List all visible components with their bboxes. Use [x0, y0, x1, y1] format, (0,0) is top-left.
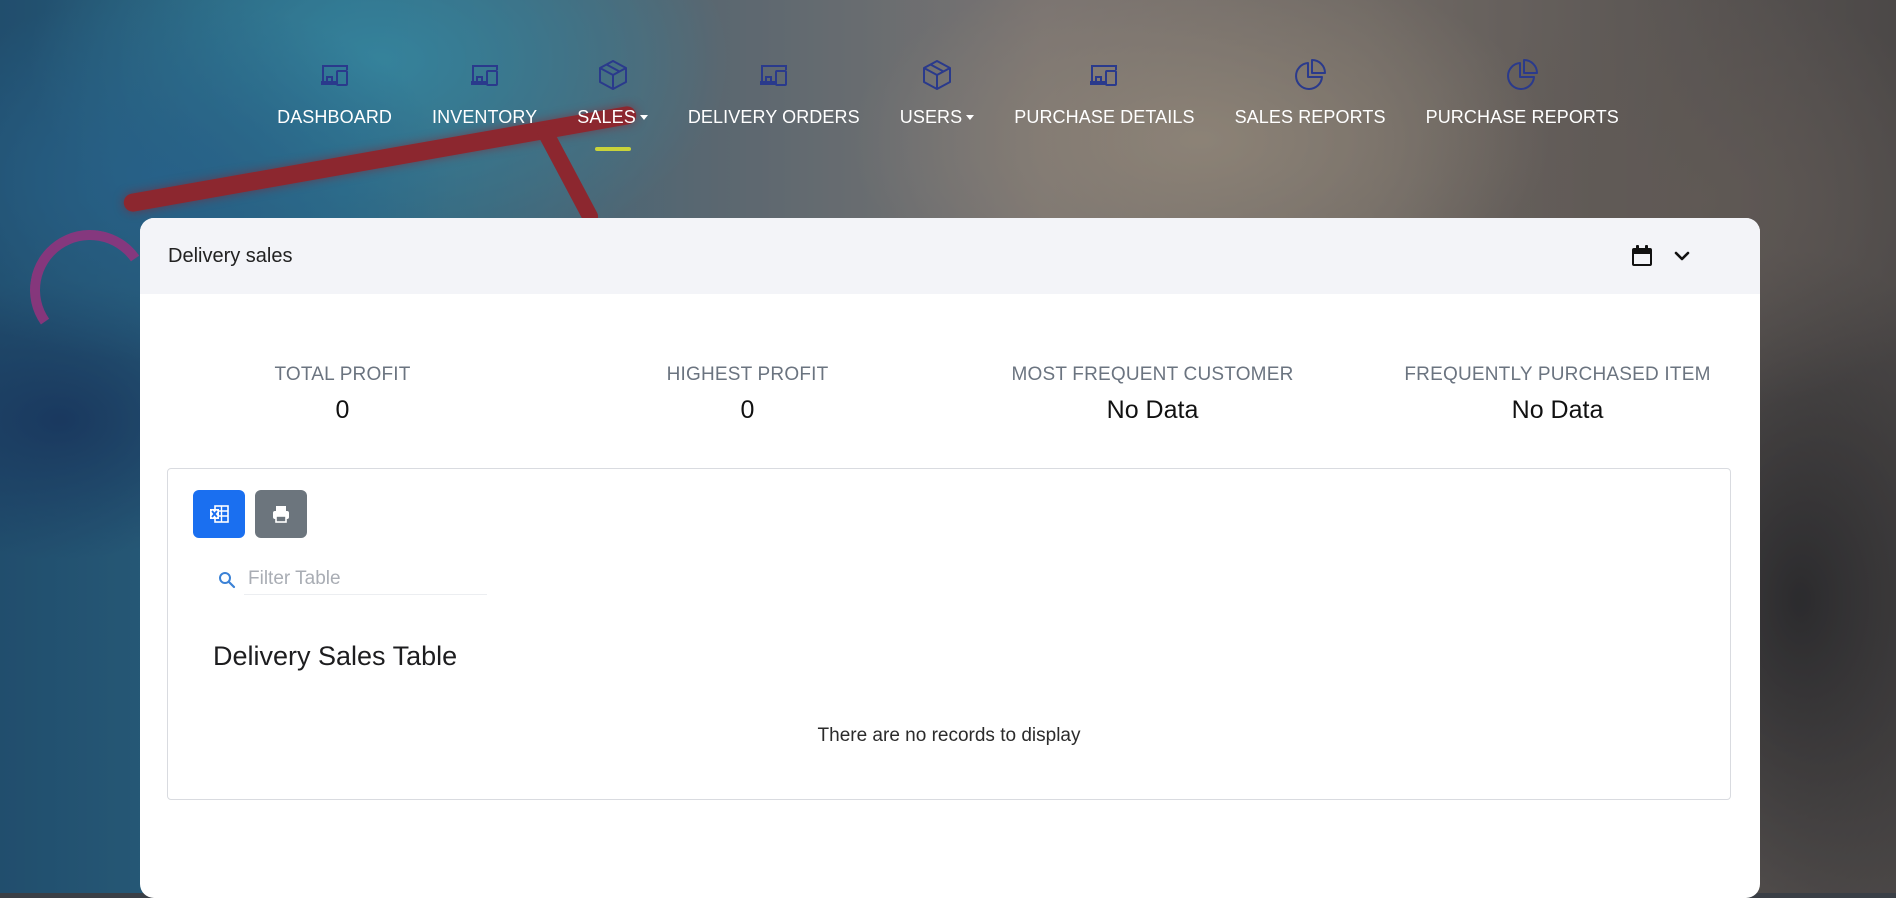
empty-table-message: There are no records to display — [817, 725, 1081, 746]
box-icon — [917, 55, 957, 95]
stat-label: TOTAL PROFIT — [274, 364, 411, 385]
nav-label: SALES REPORTS — [1234, 107, 1386, 127]
nav-label: DELIVERY ORDERS — [687, 107, 860, 127]
stat-value: 0 — [335, 396, 350, 424]
card-header: Delivery sales — [140, 218, 1760, 294]
chevron-down-icon[interactable] — [1672, 246, 1692, 266]
stat-label: MOST FREQUENT CUSTOMER — [1011, 364, 1294, 385]
excel-icon — [210, 505, 229, 523]
print-icon — [273, 506, 289, 523]
stat-total-profit: TOTAL PROFIT 0 — [140, 364, 545, 425]
nav-label: PURCHASE REPORTS — [1425, 107, 1619, 127]
date-filter — [1630, 244, 1692, 268]
devices-icon — [465, 55, 505, 95]
nav-label: USERS — [899, 107, 963, 127]
print-button[interactable] — [255, 490, 307, 538]
nav-label: SALES — [577, 107, 636, 127]
caret-down-icon — [639, 115, 648, 120]
devices-icon — [1084, 55, 1124, 95]
nav-item-purchase-details[interactable]: PURCHASE DETAILS — [994, 55, 1214, 128]
pie-chart-icon — [1502, 55, 1542, 95]
nav-label: INVENTORY — [432, 107, 538, 127]
search-icon — [219, 571, 236, 588]
main-nav: DASHBOARD INVENTORY SALES DELIVERY ORDER… — [0, 55, 1896, 151]
stat-most-frequent-customer: MOST FREQUENT CUSTOMER No Data — [950, 364, 1355, 425]
stats-row: TOTAL PROFIT 0 HIGHEST PROFIT 0 MOST FRE… — [140, 364, 1760, 425]
stat-value: No Data — [1106, 396, 1199, 424]
nav-label: PURCHASE DETAILS — [1014, 107, 1195, 127]
caret-down-icon — [966, 115, 975, 120]
stat-label: HIGHEST PROFIT — [666, 364, 829, 385]
stat-highest-profit: HIGHEST PROFIT 0 — [545, 364, 950, 425]
card-title: Delivery sales — [168, 244, 293, 267]
nav-item-inventory[interactable]: INVENTORY — [412, 55, 557, 128]
nav-item-users[interactable]: USERS — [880, 55, 995, 128]
table-panel: Delivery Sales Table There are no record… — [167, 468, 1731, 800]
nav-item-sales[interactable]: SALES — [557, 55, 668, 151]
nav-item-sales-reports[interactable]: SALES REPORTS — [1215, 55, 1406, 128]
nav-label: DASHBOARD — [277, 107, 393, 127]
pie-chart-icon — [1290, 55, 1330, 95]
box-icon — [593, 55, 633, 95]
delivery-sales-card: Delivery sales TOTAL PROFIT 0 HIGHEST PR… — [140, 218, 1760, 898]
calendar-icon[interactable] — [1630, 244, 1654, 268]
nav-item-delivery-orders[interactable]: DELIVERY ORDERS — [668, 55, 880, 128]
stat-frequently-purchased-item: FREQUENTLY PURCHASED ITEM No Data — [1355, 364, 1760, 425]
filter-table-input[interactable] — [244, 564, 487, 595]
devices-icon — [754, 55, 794, 95]
stat-value: 0 — [740, 396, 755, 424]
active-indicator — [594, 147, 631, 151]
stat-label: FREQUENTLY PURCHASED ITEM — [1404, 364, 1711, 385]
nav-item-dashboard[interactable]: DASHBOARD — [257, 55, 412, 128]
table-filter — [218, 564, 487, 595]
devices-icon — [315, 55, 355, 95]
nav-item-purchase-reports[interactable]: PURCHASE REPORTS — [1406, 55, 1639, 128]
stat-value: No Data — [1511, 396, 1604, 424]
table-title: Delivery Sales Table — [213, 641, 458, 671]
export-excel-button[interactable] — [193, 490, 245, 538]
